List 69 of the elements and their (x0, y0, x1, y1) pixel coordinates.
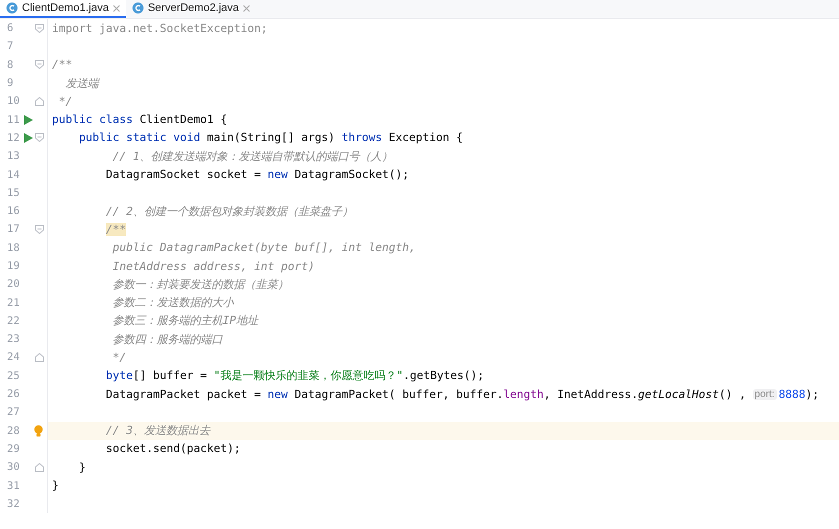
line-number: 24 (6, 351, 21, 364)
code-text: public class ClientDemo1 { (52, 113, 228, 126)
close-icon[interactable] (242, 4, 250, 12)
line-number: 28 (6, 424, 21, 437)
code-comment: /** (104, 222, 126, 236)
line-number: 13 (6, 150, 21, 162)
fold-end-icon[interactable] (35, 352, 44, 362)
tab-label: ServerDemo2.java (148, 2, 239, 14)
line-number: 21 (6, 296, 21, 309)
line-number: 14 (6, 168, 21, 181)
line-number: 10 (6, 95, 21, 108)
line-number: 22 (6, 314, 21, 327)
code-comment: public DatagramPacket(byte buf[], int length, (112, 241, 416, 254)
line-number: 11 (6, 114, 21, 126)
line-number: 12 (6, 132, 21, 144)
code-comment: // 2、创建一个数据包对象封装数据（韭菜盘子） (104, 204, 353, 219)
code-comment: 参数二：发送数据的大小 (112, 295, 234, 310)
run-icon[interactable] (24, 114, 33, 125)
fold-end-icon[interactable] (35, 462, 44, 472)
parameter-hint: port: (752, 388, 777, 400)
line-number: 20 (6, 278, 21, 290)
code-text: socket.send(packet); (104, 442, 241, 456)
line-number: 25 (6, 370, 21, 382)
line-number: 27 (6, 406, 21, 418)
code-comment: 参数三：服务端的主机IP地址 (112, 313, 258, 328)
line-number: 23 (6, 333, 21, 346)
code-text: import java.net.SocketException; (52, 22, 268, 35)
fold-icon[interactable] (35, 60, 44, 70)
fold-icon[interactable] (35, 24, 44, 33)
line-number: 8 (6, 58, 14, 71)
tab-label: ClientDemo1.java (22, 2, 109, 14)
code-comment: // 3、发送数据出去 (104, 423, 210, 438)
line-number: 18 (6, 242, 21, 254)
fold-icon[interactable] (35, 133, 44, 142)
code-comment: 参数四：服务端的端口 (112, 332, 223, 347)
code-text: DatagramPacket packet = new DatagramPacket( buffer, buffer.length, InetAddress.getLocalHost() , (104, 388, 747, 401)
code-text: DatagramSocket socket = new DatagramSocket(); (104, 168, 410, 182)
line-number: 31 (6, 480, 21, 492)
line-number: 26 (6, 388, 21, 400)
line-number: 6 (6, 22, 14, 34)
class-file-icon (6, 2, 18, 14)
code-text: } (52, 479, 59, 492)
code-comment: 发送端 (64, 76, 98, 91)
line-number: 19 (6, 260, 21, 272)
line-number: 29 (6, 442, 21, 455)
code-text: 8888); (778, 388, 819, 401)
close-icon[interactable] (112, 4, 120, 12)
editor-tab[interactable]: ServerDemo2.java (126, 0, 256, 18)
code-comment: */ (58, 94, 72, 108)
editor-tab[interactable]: ClientDemo1.java (0, 0, 126, 18)
line-number: 30 (6, 461, 21, 474)
fold-end-icon[interactable] (35, 96, 44, 106)
fold-icon[interactable] (35, 224, 44, 234)
code-comment: 参数一：封装要发送的数据（韭菜） (112, 276, 289, 292)
code-comment: InetAddress address, int port) (112, 260, 315, 272)
line-number: 9 (6, 77, 14, 90)
code-comment: */ (112, 350, 126, 364)
line-number: 32 (6, 498, 21, 510)
line-number: 15 (6, 186, 21, 199)
line-number: 16 (6, 205, 21, 218)
code-text: public static void main(String[] args) throws Exception { (78, 131, 463, 144)
line-number: 17 (6, 223, 21, 236)
code-comment: /** (52, 58, 72, 72)
code-text: byte[] buffer = "我是一颗快乐的韭菜，你愿意吃吗？".getBytes(); (104, 368, 484, 384)
lightbulb-icon[interactable] (34, 424, 43, 437)
code-comment: // 1、创建发送端对象：发送端自带默认的端口号（人） (112, 148, 393, 164)
line-number: 7 (6, 40, 14, 52)
code-text: } (78, 460, 86, 474)
run-icon[interactable] (24, 132, 33, 143)
